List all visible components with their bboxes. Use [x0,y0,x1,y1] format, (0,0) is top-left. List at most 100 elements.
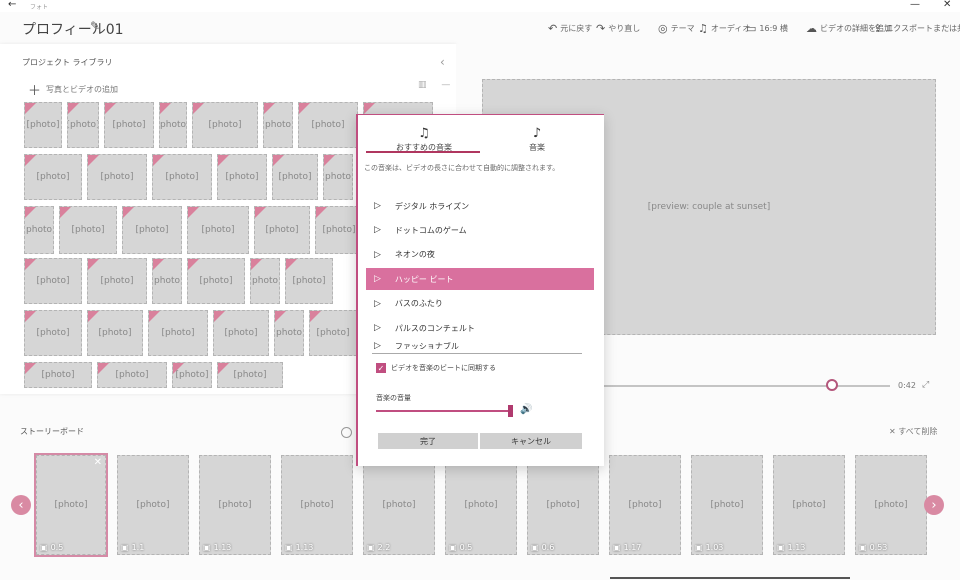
done-button[interactable]: 完了 [378,433,478,449]
music-track-item[interactable]: ▷ デジタル ホライズン [366,195,594,217]
in-use-marker [160,103,171,114]
duration-value: 2.2 [377,543,391,552]
library-photo[interactable]: [photo] [24,206,54,254]
library-photo[interactable]: [photo] [87,154,147,200]
sync-beat-checkbox[interactable]: ✓ [376,363,386,373]
more-icon[interactable]: ··· [942,22,950,31]
library-photo[interactable]: [photo] [254,206,310,254]
aspect-ratio-icon: ▭ [746,22,757,35]
in-use-marker [25,155,36,166]
remove-card-icon[interactable]: ✕ [94,457,102,468]
library-photo[interactable]: [photo] [298,102,358,148]
duration-value: 0.6 [541,543,555,552]
library-photo[interactable]: [photo] [152,258,182,304]
library-photo[interactable]: [photo] [159,102,187,148]
fullscreen-icon[interactable]: ⤢ [922,380,929,390]
play-icon[interactable]: ▷ [374,250,381,260]
storyboard-card[interactable]: [photo] ▣ 1.13 [281,455,353,555]
audio-button[interactable]: ♫ オーディオ [698,22,750,35]
music-track-item[interactable]: ▷ ハッピー ビート [366,268,594,291]
library-photo[interactable]: [photo] [192,102,258,148]
play-icon[interactable]: ▷ [374,201,381,211]
storyboard-card[interactable]: [photo] ▣ 1.1 [117,455,189,555]
minimize-icon[interactable]: — [910,0,920,10]
playback-scrubber[interactable] [598,385,890,387]
library-photo[interactable]: [photo] [187,206,249,254]
project-title[interactable]: プロフィール01 [22,19,124,39]
view-toggle-icon[interactable]: ▥ — [418,80,456,90]
scroll-right-button[interactable]: › [924,495,944,515]
library-photo[interactable]: [photo] [87,310,143,356]
library-photo[interactable]: [photo] [24,154,82,200]
music-track-item[interactable]: ▷ ファッショナブル [366,341,594,349]
library-photo[interactable]: [photo] [59,206,117,254]
library-photo[interactable]: [photo] [67,102,99,148]
library-photo[interactable]: [photo] [87,258,147,304]
back-icon[interactable]: ← [8,0,16,10]
library-photo[interactable]: [photo] [152,154,212,200]
library-photo[interactable]: [photo] [122,206,182,254]
toolbar-label: 元に戻す [560,24,593,33]
storyboard-photo: [photo] [117,455,189,555]
scroll-left-button[interactable]: ‹ [11,495,31,515]
play-icon[interactable]: ▷ [374,225,381,235]
storyboard-card[interactable]: [photo] ▣ 1.17 [609,455,681,555]
play-icon[interactable]: ▷ [374,274,381,284]
library-photo[interactable]: [photo] [250,258,280,304]
play-icon[interactable]: ▷ [374,341,381,349]
play-icon[interactable]: ▷ [374,299,381,309]
music-track-item[interactable]: ▷ パルスのコンチェルト [366,317,594,339]
add-photos-button[interactable]: ＋ 写真とビデオの追加 [28,80,118,99]
storyboard-card[interactable]: [photo] ▣ 0.53 [855,455,927,555]
library-photo[interactable]: [photo] [24,310,82,356]
library-photo[interactable]: [photo] [217,154,267,200]
music-track-item[interactable]: ▷ バスのふたり [366,293,594,315]
in-use-marker [324,155,335,166]
undo-button[interactable]: ↶ 元に戻す [548,22,592,35]
library-photo[interactable]: [photo] [309,310,357,356]
volume-slider-handle[interactable] [508,405,513,417]
tab-your-music[interactable]: ♪ 音楽 [500,126,574,153]
library-photo[interactable]: [photo] [285,258,333,304]
volume-slider[interactable] [376,410,512,412]
storyboard-card[interactable]: [photo] ▣ 1.13 [773,455,845,555]
aspect-ratio-button[interactable]: ▭ 16:9 横 [746,22,788,35]
library-photo[interactable]: [photo] [104,102,154,148]
play-icon[interactable]: ▷ [374,323,381,333]
library-photo[interactable]: [photo] [272,154,318,200]
redo-button[interactable]: ↷ やり直し [596,22,640,35]
music-track-item[interactable]: ▷ ネオンの夜 [366,244,594,266]
theme-button[interactable]: ◎ テーマ [658,22,695,35]
storyboard-card[interactable]: [photo] ▣ 1.03 [691,455,763,555]
library-photo[interactable]: [photo] [24,102,62,148]
library-photo[interactable]: [photo] [172,362,212,388]
library-photo[interactable]: [photo] [213,310,269,356]
bottom-scrollbar[interactable] [610,577,850,579]
library-photo[interactable]: [photo] [187,258,245,304]
cancel-button[interactable]: キャンセル [480,433,582,449]
library-photo[interactable]: [photo] [24,258,82,304]
library-photo[interactable]: [photo] [263,102,293,148]
library-photo[interactable]: [photo] [323,154,353,200]
library-photo[interactable]: [photo] [148,310,208,356]
storyboard-card[interactable]: [photo] ▣ 0.5 ✕ [34,453,108,557]
duration-value: 1.1 [131,543,145,552]
storyboard-card[interactable]: [photo] ▣ 2.2 [363,455,435,555]
track-label: バスのふたり [394,299,443,309]
tab-recommended-music[interactable]: ♫ おすすめの音楽 [382,126,466,153]
scrubber-handle[interactable] [825,379,838,391]
library-photo[interactable]: [photo] [97,362,167,388]
library-photo[interactable]: [photo] [24,362,92,388]
close-icon[interactable]: ✕ [943,0,951,10]
library-photo[interactable]: [photo] [274,310,304,356]
library-photo[interactable]: [photo] [217,362,283,388]
storyboard-card[interactable]: [photo] ▣ 1.13 [199,455,271,555]
collapse-library-icon[interactable]: ‹ [440,55,445,69]
storyboard-card[interactable]: [photo] ▣ 0.6 [527,455,599,555]
in-use-marker [88,155,99,166]
storyboard-card[interactable]: [photo] ▣ 0.5 [445,455,517,555]
remove-all-button[interactable]: ✕ すべて削除 [889,426,937,437]
music-track-item[interactable]: ▷ ドットコムのゲーム [366,219,594,241]
edit-title-icon[interactable]: ✎ [90,19,100,33]
storyboard-info-icon[interactable] [341,427,352,438]
